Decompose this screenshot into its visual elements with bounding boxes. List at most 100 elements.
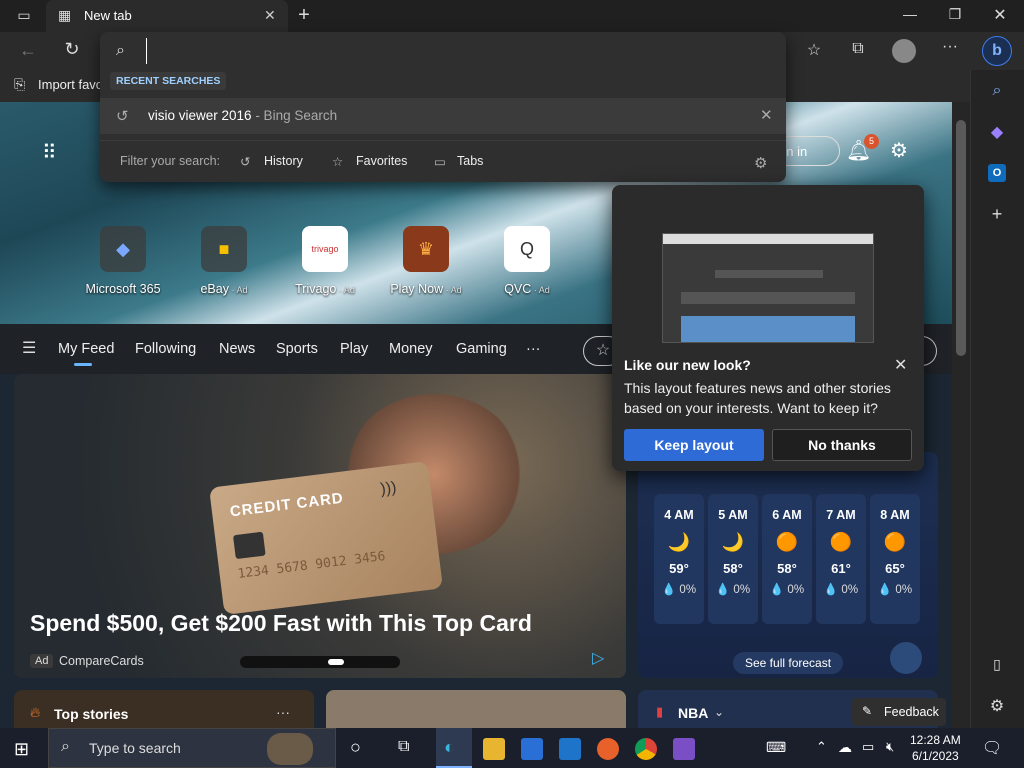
tab-following[interactable]: Following xyxy=(135,341,196,357)
ebay-bag-icon: ■ xyxy=(201,226,247,272)
new-tab-page-icon: ▦ xyxy=(58,7,72,23)
story-card-image[interactable] xyxy=(326,690,626,728)
filter-favorites[interactable]: Favorites xyxy=(356,154,407,168)
restore-icon[interactable]: ❐ xyxy=(945,6,965,23)
hour-temp: 58° xyxy=(777,561,797,576)
sponsored-card[interactable]: CREDIT CARD ))) 1234 5678 9012 3456 Spen… xyxy=(14,374,626,678)
quicklink-label: Trivago xyxy=(295,282,337,296)
outlook-icon[interactable]: O xyxy=(988,164,1006,182)
network-icon[interactable]: ▭ xyxy=(862,739,874,755)
show-hidden-icons-chevron[interactable]: ⌃ xyxy=(816,739,827,755)
hour-time: 5 AM xyxy=(718,508,748,522)
quicklink-qvc[interactable]: Q QVC · Ad xyxy=(477,226,577,296)
new-tab-plus-icon[interactable]: + xyxy=(294,4,314,27)
filter-label: Filter your search: xyxy=(120,154,221,168)
hour-precip: 💧 0% xyxy=(823,584,859,596)
back-icon[interactable]: ← xyxy=(18,40,38,61)
close-window-icon[interactable]: ✕ xyxy=(990,5,1010,25)
quicklink-playnow[interactable]: ♛ Play Now · Ad xyxy=(376,226,476,296)
minimize-icon[interactable]: — xyxy=(900,6,920,22)
more-options-button[interactable]: ··· xyxy=(276,704,290,720)
notification-center-icon[interactable]: 🗨︎ xyxy=(982,738,1002,758)
cortana-icon[interactable]: ○ xyxy=(350,737,361,758)
file-explorer-icon[interactable] xyxy=(483,738,505,760)
collections-icon[interactable]: ⧉ xyxy=(848,40,868,58)
visual-studio-icon[interactable] xyxy=(673,738,695,760)
hour-precip: 💧 0% xyxy=(769,584,805,596)
hour-forecast: 6 AM 🟠 58° 💧 0% xyxy=(762,494,812,624)
tab-money[interactable]: Money xyxy=(389,341,433,357)
filter-history[interactable]: History xyxy=(264,154,303,168)
recent-search-item[interactable]: ↺ visio viewer 2016 - Bing Search ✕ xyxy=(100,98,786,134)
keep-layout-button[interactable]: Keep layout xyxy=(624,429,764,461)
chrome-icon[interactable] xyxy=(635,738,657,760)
keyboard-icon[interactable]: ⌨ xyxy=(766,739,786,756)
hamburger-menu-icon[interactable]: ☰ xyxy=(22,338,36,358)
ad-source[interactable]: CompareCards xyxy=(59,654,144,668)
scrollbar-thumb[interactable] xyxy=(956,120,966,356)
edge-taskbar-button[interactable]: ◐ xyxy=(436,728,472,768)
more-tabs-button[interactable]: ··· xyxy=(526,341,541,357)
import-favorites-link[interactable]: Import favo xyxy=(38,77,103,92)
search-icon[interactable]: ⌕ xyxy=(987,82,1007,100)
tab-actions-icon[interactable]: ▭ xyxy=(14,7,34,24)
mail-icon[interactable] xyxy=(559,738,581,760)
bing-chat-icon[interactable]: b xyxy=(982,36,1012,66)
refresh-icon[interactable]: ↻ xyxy=(62,39,82,60)
address-input[interactable] xyxy=(146,38,766,64)
hour-temp: 59° xyxy=(669,561,689,576)
quicklink-label: QVC xyxy=(504,282,532,296)
card-headline[interactable]: Spend $500, Get $200 Fast with This Top … xyxy=(30,610,532,637)
tabs-icon: ▭ xyxy=(434,155,446,169)
import-favorites-icon: ⎘ xyxy=(14,76,26,92)
hour-time: 7 AM xyxy=(826,508,856,522)
quicklink-trivago[interactable]: trivago Trivago · Ad xyxy=(275,226,375,296)
close-popup-icon[interactable]: ✕ xyxy=(894,355,907,375)
hide-sidebar-icon[interactable]: ▯ xyxy=(987,656,1007,673)
adchoices-icon[interactable]: ▷ xyxy=(592,648,604,668)
weather-map-icon[interactable] xyxy=(890,642,922,674)
feedback-icon: ✎ xyxy=(862,704,873,718)
search-settings-gear-icon[interactable]: ⚙ xyxy=(754,154,767,172)
see-full-forecast-button[interactable]: See full forecast xyxy=(733,652,844,674)
tab-my-feed[interactable]: My Feed xyxy=(58,341,114,357)
flame-icon: 🔥︎ xyxy=(30,704,41,720)
system-clock[interactable]: 12:28 AM 6/1/2023 xyxy=(910,732,961,764)
tab-play[interactable]: Play xyxy=(340,341,368,357)
chevron-down-icon[interactable]: ⌄ xyxy=(714,705,724,719)
settings-gear-icon[interactable]: ⚙ xyxy=(890,138,908,163)
apps-grid-icon[interactable]: ⠿ xyxy=(42,140,57,165)
carousel-dots[interactable] xyxy=(240,656,400,668)
close-tab-icon[interactable]: ✕ xyxy=(264,7,276,24)
copilot-icon[interactable]: ◆ xyxy=(987,122,1007,142)
remove-suggestion-icon[interactable]: ✕ xyxy=(760,106,773,124)
hour-forecast: 8 AM 🟠 65° 💧 0% xyxy=(870,494,920,624)
playnow-game-icon: ♛ xyxy=(403,226,449,272)
quicklink-label: eBay xyxy=(200,282,229,296)
tab-gaming[interactable]: Gaming xyxy=(456,341,507,357)
hour-temp: 65° xyxy=(885,561,905,576)
tab-new-tab[interactable]: ▦ New tab ✕ xyxy=(46,0,288,32)
firefox-icon[interactable] xyxy=(597,738,619,760)
quicklink-ebay[interactable]: ■ eBay · Ad xyxy=(174,226,274,296)
preview-header xyxy=(663,234,873,244)
sidebar-settings-icon[interactable]: ⚙ xyxy=(987,696,1007,716)
profile-avatar[interactable] xyxy=(892,39,916,63)
filter-tabs[interactable]: Tabs xyxy=(457,154,483,168)
onedrive-cloud-icon[interactable]: ☁ xyxy=(838,739,852,756)
task-view-icon[interactable]: ⧉ xyxy=(398,738,409,756)
feedback-button[interactable]: ✎ Feedback xyxy=(852,698,946,726)
windows-start-icon[interactable]: ⊞ xyxy=(14,739,29,760)
quicklink-microsoft365[interactable]: ◆ Microsoft 365 xyxy=(73,226,173,296)
ad-badge: Ad xyxy=(30,654,54,668)
add-sidebar-app-icon[interactable]: + xyxy=(987,204,1007,225)
tab-news[interactable]: News xyxy=(219,341,255,357)
no-thanks-button[interactable]: No thanks xyxy=(772,429,912,461)
tab-sports[interactable]: Sports xyxy=(276,341,318,357)
favorites-star-icon[interactable]: ☆ xyxy=(804,40,824,60)
volume-muted-icon[interactable]: 🔇︎ xyxy=(886,739,894,755)
more-options-icon[interactable]: ··· xyxy=(940,38,960,56)
nba-title[interactable]: NBA xyxy=(678,705,708,721)
store-icon[interactable] xyxy=(521,738,543,760)
taskbar-search[interactable]: ⌕ Type to search xyxy=(48,728,336,768)
